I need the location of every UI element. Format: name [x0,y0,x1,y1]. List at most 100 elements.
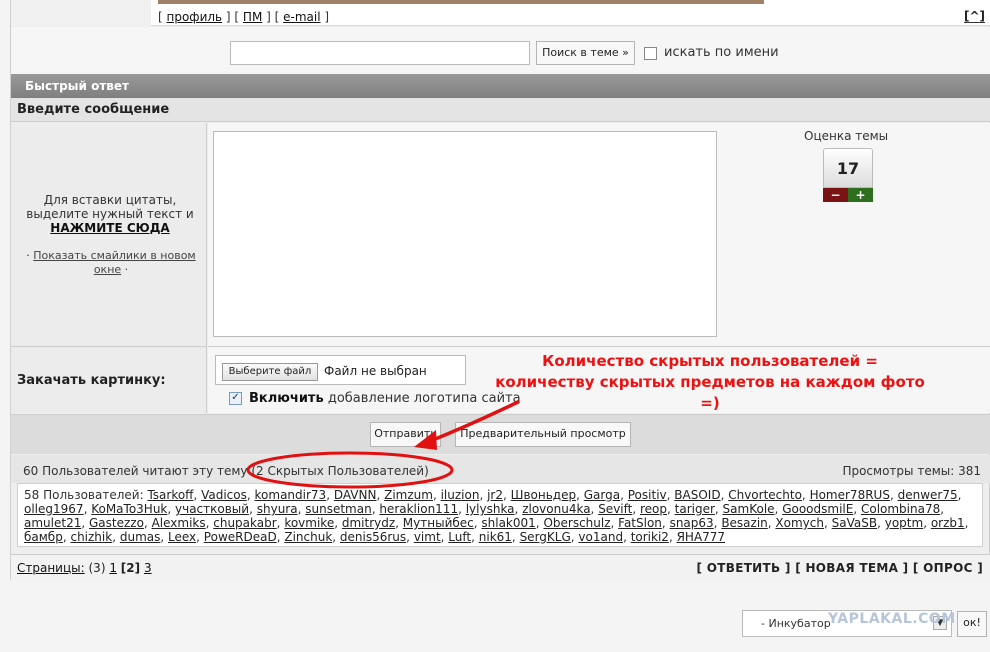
user-link[interactable]: Oberschulz [543,516,610,530]
scroll-top-link[interactable]: [^] [963,10,985,23]
user-link[interactable]: jr2 [487,488,503,502]
user-link[interactable]: GooodsmilE [782,502,853,516]
message-textarea[interactable] [213,131,717,337]
user-link[interactable]: Xomych [775,516,824,530]
add-logo-label-bold: Включить [249,391,324,406]
photo-bottom-edge [158,0,764,4]
user-link[interactable]: reop [640,502,667,516]
user-link[interactable]: Colombina78 [861,502,940,516]
user-link[interactable]: vimt [414,530,441,544]
user-link[interactable]: vo1and [578,530,623,544]
reply-action[interactable]: [ ОТВЕТИТЬ ] [697,561,791,575]
user-link[interactable]: DAVNN [334,488,377,502]
annotation-line-2: количеству скрытых предметов на каждом ф… [495,373,925,412]
email-link[interactable]: e-mail [283,10,320,24]
user-link[interactable]: ЯНА777 [677,530,725,544]
search-in-topic-button[interactable]: Поиск в теме » [536,41,635,65]
readers-count-text: 60 Пользователей читают эту тему [23,464,248,478]
user-link[interactable]: бамбр [24,530,63,544]
user-link[interactable]: Homer78RUS [810,488,890,502]
user-link[interactable]: Besazin [721,516,767,530]
pm-link[interactable]: ПМ [243,10,262,24]
user-link[interactable]: heraklion111 [379,502,458,516]
reply-editor-column: Оценка темы 17 − + [208,123,990,346]
forum-frame: [ профиль ] [ ПМ ] [ e-mail ] [^] Поиск … [10,0,990,580]
send-button[interactable]: Отправить [370,422,441,447]
user-link[interactable]: KoMaTo3Huk [91,502,167,516]
topic-rating-value: 17 [823,148,873,188]
annotation-line-1: Количество скрытых пользователей = [542,352,878,370]
user-link[interactable]: dumas [120,530,161,544]
quote-hint-text: Для вставки цитаты, выделите нужный текс… [26,193,194,221]
user-link[interactable]: sunsetman [305,502,371,516]
new-topic-action[interactable]: [ НОВАЯ ТЕМА ] [795,561,908,575]
user-link[interactable]: nik61 [479,530,512,544]
add-logo-checkbox[interactable]: ✓ [229,392,242,405]
user-link[interactable]: Alexmiks [152,516,206,530]
user-link[interactable]: участковый [175,502,249,516]
page-1-link[interactable]: 1 [109,561,117,575]
rating-plus-button[interactable]: + [848,188,873,202]
user-link[interactable]: denwer75 [898,488,958,502]
user-link[interactable]: PoweRDeaD [204,530,277,544]
readers-count: 60 Пользователей читают эту тему (2 Скры… [23,464,429,478]
topic-rating-widget: 17 − + [823,148,873,202]
user-link[interactable]: yoptm [885,516,923,530]
user-link[interactable]: zlovonu4ka [522,502,590,516]
user-link[interactable]: snap63 [670,516,714,530]
user-link[interactable]: denis56rus [340,530,406,544]
page-3-link[interactable]: 3 [144,561,152,575]
profile-link[interactable]: профиль [167,10,223,24]
user-link[interactable]: kovmike [284,516,334,530]
post-author-cell [11,0,151,26]
user-link[interactable]: iluzion [441,488,480,502]
search-by-name-checkbox[interactable] [644,47,657,60]
user-link[interactable]: Швоньдер [511,488,576,502]
user-link[interactable]: olleg1967 [24,502,84,516]
user-link[interactable]: chupakabr [213,516,276,530]
user-link[interactable]: Sevift [598,502,632,516]
user-link[interactable]: Tsarkoff [147,488,193,502]
file-status-text: Файл не выбран [324,364,427,378]
user-link[interactable]: shyura [257,502,298,516]
topic-search-input[interactable] [230,41,530,65]
preview-button[interactable]: Предварительный просмотр [455,422,631,447]
user-link[interactable]: Chvortechto [728,488,802,502]
user-link[interactable]: Gastezzo [89,516,144,530]
user-link[interactable]: shlak001 [481,516,535,530]
forum-jump-ok-button[interactable]: ок! [957,611,987,637]
user-link[interactable]: komandir73 [255,488,327,502]
user-link[interactable]: Zimzum [384,488,433,502]
user-link[interactable]: FatSlon [618,516,662,530]
poll-action[interactable]: [ ОПРОС ] [913,561,983,575]
topic-search-row: Поиск в теме » искать по имени [11,27,990,74]
pages-label[interactable]: Страницы: [17,561,85,575]
user-link[interactable]: Positiv [628,488,667,502]
user-link[interactable]: Luft [448,530,471,544]
rating-minus-button[interactable]: − [823,188,848,202]
pagination: Страницы: (3) 1 [2] 3 [17,561,152,575]
enter-message-heading: Введите сообщение [11,98,990,122]
user-link[interactable]: Leex [168,530,196,544]
user-link[interactable]: Garga [584,488,620,502]
site-watermark: YAPLAKAL.COM [828,611,956,627]
user-link[interactable]: Zinchuk [284,530,332,544]
user-link[interactable]: SaVaSB [832,516,877,530]
user-link[interactable]: Vadicos [201,488,247,502]
user-link[interactable]: BASOID [674,488,720,502]
user-link[interactable]: chizhik [70,530,112,544]
show-smiles-link[interactable]: Показать смайлики в новом окне [33,249,195,276]
search-by-name-label: искать по имени [664,45,779,60]
user-link[interactable]: toriki2 [631,530,669,544]
user-link[interactable]: tariger [675,502,715,516]
user-link[interactable]: dmitrydz [342,516,395,530]
forum-jump-selected: - Инкубатор [761,617,831,630]
user-link[interactable]: SamKole [723,502,775,516]
user-link[interactable]: Мутныйбес [403,516,474,530]
user-link[interactable]: orzb1 [931,516,965,530]
user-link[interactable]: SergKLG [520,530,571,544]
user-link[interactable]: amulet21 [24,516,81,530]
user-link[interactable]: lylyshka [466,502,515,516]
choose-file-button[interactable]: Выберите файл [222,363,318,381]
insert-quote-link[interactable]: НАЖМИТЕ СЮДА [50,221,169,235]
